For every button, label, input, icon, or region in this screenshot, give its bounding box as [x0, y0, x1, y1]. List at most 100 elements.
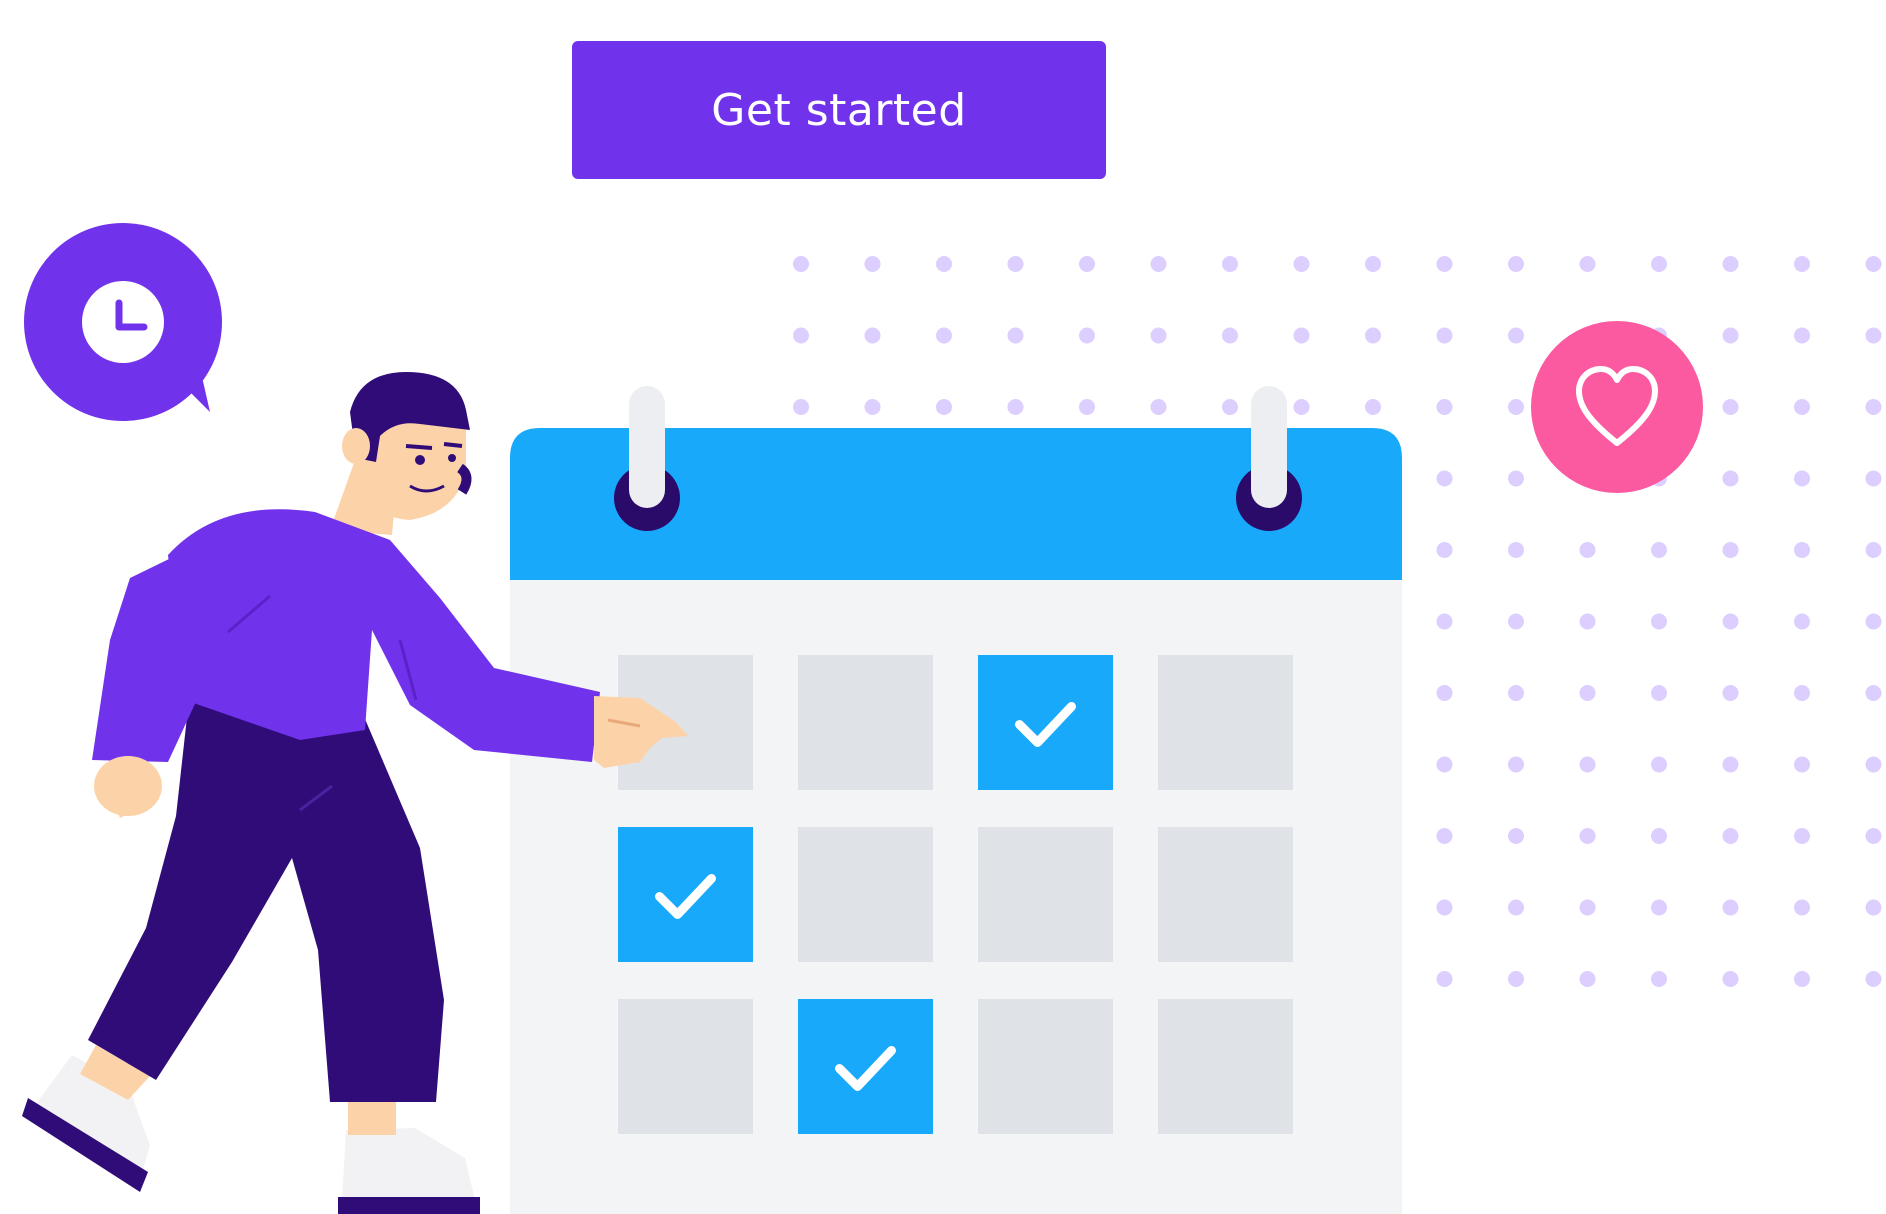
pattern-dot: [793, 327, 809, 344]
pattern-dot: [793, 399, 809, 415]
pattern-dot: [936, 256, 952, 272]
scheduling-illustration: [22, 223, 1882, 1214]
pattern-dot: [1365, 399, 1381, 415]
back-hand: [94, 756, 162, 818]
pattern-dot: [1579, 899, 1596, 916]
pattern-dot: [1293, 256, 1310, 272]
pattern-dot: [1579, 971, 1596, 987]
pattern-dot: [1436, 685, 1453, 701]
pattern-dot: [1794, 542, 1810, 558]
calendar-day: [1158, 999, 1293, 1134]
pattern-dot: [1865, 399, 1882, 415]
pattern-dot: [1794, 828, 1810, 844]
pattern-dot: [1722, 971, 1739, 987]
pattern-dot: [1436, 613, 1453, 630]
clock-icon: [82, 281, 164, 363]
pattern-dot: [1508, 256, 1524, 272]
pattern-dot: [1722, 756, 1739, 773]
pattern-dot: [1222, 399, 1238, 415]
pattern-dot: [1508, 327, 1524, 344]
pattern-dot: [1865, 542, 1882, 558]
calendar-day-checked: [978, 655, 1113, 790]
pattern-dot: [1722, 470, 1739, 487]
calendar-day: [1158, 827, 1293, 962]
pattern-dot: [1508, 470, 1524, 487]
pattern-dot: [793, 256, 809, 272]
clock-bubble: [24, 223, 222, 421]
pattern-dot: [1651, 256, 1667, 272]
pattern-dot: [1794, 685, 1810, 701]
pattern-dot: [1865, 899, 1882, 916]
calendar-day-checked: [618, 827, 753, 962]
pattern-dot: [1508, 613, 1524, 630]
pattern-dot: [1150, 327, 1167, 344]
pattern-dot: [1794, 470, 1810, 487]
pattern-dot: [1865, 828, 1882, 844]
pattern-dot: [1722, 399, 1739, 415]
pattern-dot: [1722, 828, 1739, 844]
pattern-dot: [1365, 327, 1381, 344]
calendar-day: [798, 655, 933, 790]
pattern-dot: [1150, 256, 1167, 272]
pattern-dot: [1436, 327, 1453, 344]
pattern-dot: [1865, 327, 1882, 344]
pattern-dot: [1651, 613, 1667, 630]
pattern-dot: [1722, 542, 1739, 558]
pattern-dot: [1722, 256, 1739, 272]
pattern-dot: [1222, 256, 1238, 272]
calendar: [510, 386, 1402, 1214]
pattern-dot: [1293, 399, 1310, 415]
pattern-dot: [1865, 685, 1882, 701]
pattern-dot: [1651, 899, 1667, 916]
pattern-dot: [1508, 828, 1524, 844]
pattern-dot: [1651, 685, 1667, 701]
pattern-dot: [1436, 756, 1453, 773]
pattern-dot: [1794, 327, 1810, 344]
pattern-dot: [1865, 470, 1882, 487]
calendar-day: [978, 999, 1113, 1134]
calendar-day: [618, 999, 753, 1134]
pattern-dot: [1722, 899, 1739, 916]
pattern-dot: [1794, 899, 1810, 916]
pattern-dot: [1222, 327, 1238, 344]
pattern-dot: [1865, 613, 1882, 630]
pattern-dot: [1508, 399, 1524, 415]
pattern-dot: [1722, 327, 1739, 344]
pattern-dot: [864, 327, 881, 344]
pattern-dot: [1794, 256, 1810, 272]
pattern-dot: [1508, 685, 1524, 701]
pattern-dot: [1865, 756, 1882, 773]
pattern-dot: [1079, 327, 1095, 344]
front-shoe: [338, 1128, 480, 1214]
pattern-dot: [1651, 542, 1667, 558]
pattern-dot: [1794, 756, 1810, 773]
pattern-dot: [1579, 685, 1596, 701]
pattern-dot: [1865, 971, 1882, 987]
get-started-button[interactable]: Get started: [572, 41, 1106, 179]
pattern-dot: [1865, 256, 1882, 272]
pattern-dot: [1794, 971, 1810, 987]
pattern-dot: [1508, 542, 1524, 558]
pattern-dot: [1651, 971, 1667, 987]
pattern-dot: [1007, 399, 1024, 415]
pattern-dot: [1365, 256, 1381, 272]
pattern-dot: [1794, 613, 1810, 630]
pattern-dot: [1436, 542, 1453, 558]
pattern-dot: [1579, 828, 1596, 844]
pattern-dot: [1436, 399, 1453, 415]
calendar-day: [978, 827, 1113, 962]
hero-illustration-canvas: Get started: [0, 0, 1886, 1214]
pattern-dot: [1579, 756, 1596, 773]
calendar-day: [798, 827, 933, 962]
pattern-dot: [864, 399, 881, 415]
pattern-dot: [1651, 756, 1667, 773]
pattern-dot: [1579, 256, 1596, 272]
pattern-dot: [936, 327, 952, 344]
pattern-dot: [1007, 256, 1024, 272]
pattern-dot: [1079, 399, 1095, 415]
pattern-dot: [1508, 899, 1524, 916]
pattern-dot: [936, 399, 952, 415]
pattern-dot: [1579, 542, 1596, 558]
pattern-dot: [1722, 613, 1739, 630]
pattern-dot: [1436, 971, 1453, 987]
